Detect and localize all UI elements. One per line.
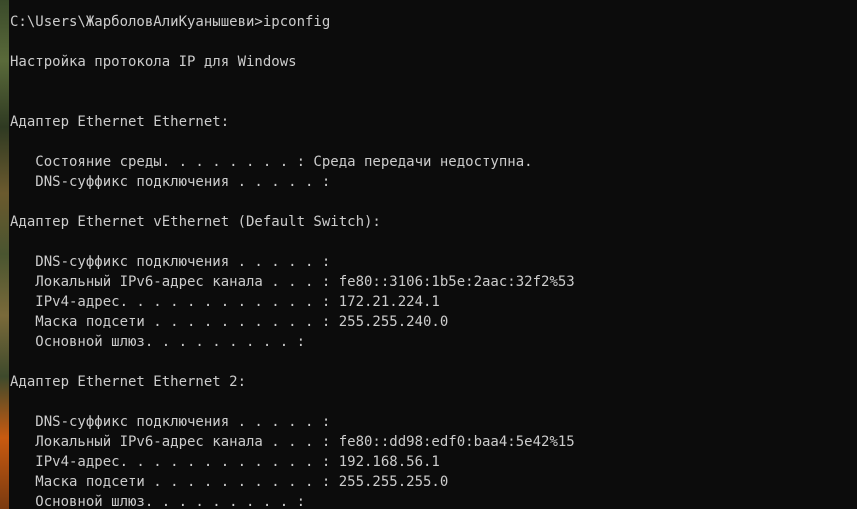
console-window[interactable]: C:\Users\ЖарболовАлиКуанышеви>ipconfig Н…: [0, 0, 857, 509]
ipv4-address-line: IPv4-адрес. . . . . . . . . . . . : 192.…: [10, 454, 440, 470]
subnet-mask-line: Маска подсети . . . . . . . . . . : 255.…: [10, 474, 449, 490]
adapter-header-ethernet: Адаптер Ethernet Ethernet:: [10, 114, 230, 130]
default-gateway-line: Основной шлюз. . . . . . . . . :: [10, 334, 306, 350]
desktop-background-strip: [0, 0, 9, 509]
prompt-command-line: C:\Users\ЖарболовАлиКуанышеви>ipconfig: [10, 14, 331, 30]
dns-suffix-line: DNS-суффикс подключения . . . . . :: [10, 174, 331, 190]
media-state-line: Состояние среды. . . . . . . . : Среда п…: [10, 154, 533, 170]
dns-suffix-line: DNS-суффикс подключения . . . . . :: [10, 414, 331, 430]
default-gateway-line: Основной шлюз. . . . . . . . . :: [10, 494, 306, 509]
adapter-header-vethernet: Адаптер Ethernet vEthernet (Default Swit…: [10, 214, 381, 230]
output-heading: Настройка протокола IP для Windows: [10, 54, 297, 70]
ipv4-address-line: IPv4-адрес. . . . . . . . . . . . : 172.…: [10, 294, 440, 310]
adapter-header-ethernet-2: Адаптер Ethernet Ethernet 2:: [10, 374, 247, 390]
ipv6-address-line: Локальный IPv6-адрес канала . . . : fe80…: [10, 274, 575, 290]
subnet-mask-line: Маска подсети . . . . . . . . . . : 255.…: [10, 314, 449, 330]
dns-suffix-line: DNS-суффикс подключения . . . . . :: [10, 254, 331, 270]
ipv6-address-line: Локальный IPv6-адрес канала . . . : fe80…: [10, 434, 575, 450]
